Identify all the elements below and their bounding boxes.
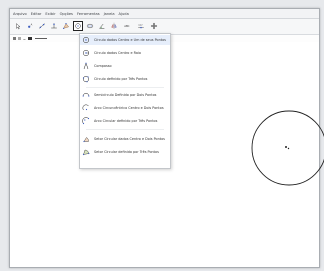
menu-item-label: Círculo definido por Três Pontos (94, 77, 148, 81)
menu-item-label: Compasso (94, 64, 112, 68)
move-tool-icon (16, 23, 21, 30)
semicircle-icon (82, 93, 90, 97)
menu-separator (86, 129, 164, 130)
angle-tool-button[interactable] (97, 21, 107, 31)
menu-ferramentas[interactable]: Ferramentas (77, 12, 100, 16)
menu-item-label: Semicírculo Definido por Dois Pontos (94, 93, 157, 97)
circumcircular-arc-icon (82, 104, 89, 111)
polygon-tool-button[interactable] (61, 21, 71, 31)
circle-tools-menu: Círculo dados Centro e Um de seus Pontos… (79, 33, 171, 169)
circular-arc-three-points-icon (82, 117, 90, 125)
circle-center-point-icon (82, 36, 90, 44)
menu-item-semicircle[interactable]: Semicírculo Definido por Dois Pontos (80, 90, 170, 100)
point-tool-button[interactable]: A (25, 21, 35, 31)
angle-tool-icon (99, 23, 105, 29)
reflect-tool-icon (111, 22, 117, 30)
circumcircular-sector-icon (82, 149, 90, 156)
move-view-icon (150, 22, 158, 30)
move-view-button[interactable] (149, 21, 159, 31)
menu-item-circle-center-point[interactable]: Círculo dados Centro e Um de seus Pontos (80, 35, 170, 45)
menu-item-label: Círculo dados Centro e Um de seus Pontos (94, 38, 166, 42)
menu-item-label: Círculo dados Centro e Raio (94, 51, 141, 55)
line-tool-icon (39, 23, 45, 29)
slider-tool-button[interactable]: a=2 (136, 21, 146, 31)
compass-icon (83, 62, 89, 70)
menu-item-circle-center-radius[interactable]: Círculo dados Centro e Raio (80, 48, 170, 58)
circle-tool-icon (75, 23, 81, 29)
text-tool-button[interactable]: ABC (123, 21, 133, 31)
perpendicular-tool-button[interactable] (49, 21, 59, 31)
svg-text:=: = (23, 38, 26, 42)
menu-item-label: Setor Circular definido por Três Pontos (94, 150, 159, 154)
line-tool-button[interactable] (37, 21, 47, 31)
menu-item-circle-three-points[interactable]: Círculo definido por Três Pontos (80, 74, 170, 84)
menu-item-circumcircular-sector[interactable]: Setor Circular definido por Três Pontos (80, 147, 170, 157)
menu-item-circular-sector[interactable]: Setor Circular dados Centro e Dois Ponto… (80, 134, 170, 144)
slider-tool-icon: ABC (124, 24, 129, 28)
menu-item-circular-arc-three-points[interactable]: Arco Circular definido por Três Pontos (80, 116, 170, 126)
geogebra-window: Arquivo Editar Exibir Opções Ferramentas… (9, 8, 324, 268)
circle-three-points-icon (82, 75, 90, 83)
svg-text:A: A (31, 24, 33, 27)
menu-arquivo[interactable]: Arquivo (13, 12, 27, 16)
menu-item-label: Arco Circular definido por Três Pontos (94, 119, 158, 123)
circular-sector-icon (83, 137, 89, 143)
ellipse-tool-button[interactable] (85, 21, 95, 31)
perpendicular-tool-icon (51, 23, 57, 29)
reflect-tool-button[interactable] (109, 21, 119, 31)
circle-center-point[interactable] (285, 146, 287, 148)
menu-exibir[interactable]: Exibir (45, 12, 55, 16)
drawn-circle[interactable] (250, 109, 324, 187)
move-tool-button[interactable] (13, 21, 23, 31)
menu-item-circumcircular-arc[interactable]: Arco Circuncêntrico Centro e Dois Pontos (80, 103, 170, 113)
svg-text:a=2: a=2 (138, 25, 143, 27)
menu-item-label: Setor Circular dados Centro e Dois Ponto… (94, 137, 165, 141)
circle-tool-button[interactable] (73, 21, 83, 31)
polygon-tool-icon (62, 22, 69, 30)
menu-editar[interactable]: Editar (31, 12, 42, 16)
menu-ajuda[interactable]: Ajuda (119, 12, 129, 16)
slider-input-icon: a=2 (138, 25, 144, 29)
svg-text:ABC: ABC (124, 24, 129, 28)
menu-separator (86, 87, 164, 88)
menu-janela[interactable]: Janela (104, 12, 115, 16)
menu-opcoes[interactable]: Opções (60, 12, 73, 16)
ellipse-tool-icon (86, 23, 94, 29)
point-tool-icon: A (28, 24, 33, 28)
circle-center-radius-icon (82, 49, 90, 57)
menu-item-compass[interactable]: Compasso (80, 61, 170, 71)
menu-bar: Arquivo Editar Exibir Opções Ferramentas… (10, 9, 319, 19)
menu-item-label: Arco Circuncêntrico Centro e Dois Pontos (94, 106, 164, 110)
